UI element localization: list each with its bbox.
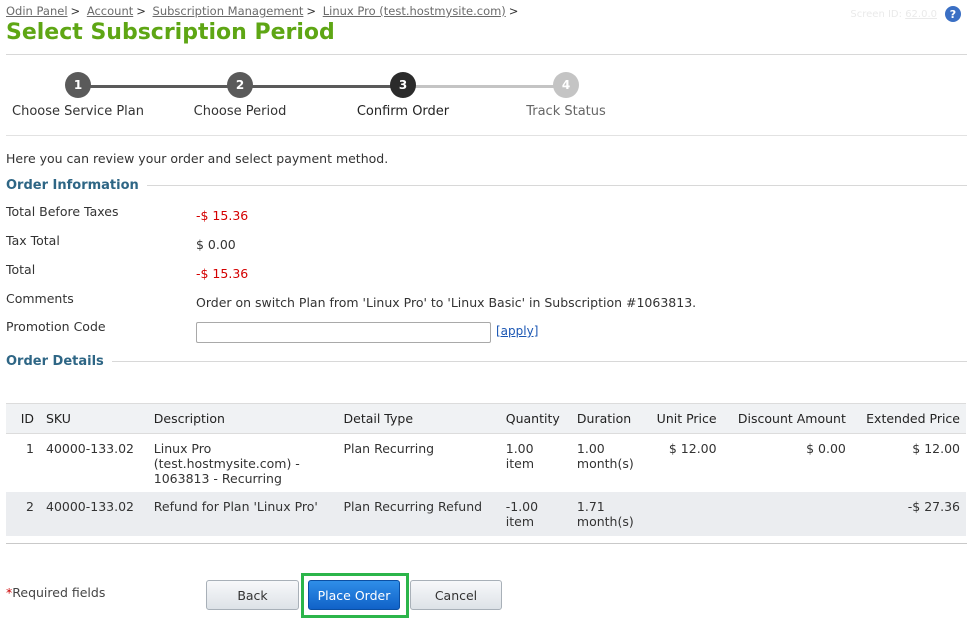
total-before-taxes-value: -$ 15.36	[196, 208, 249, 223]
quantity-value: 1.00	[505, 441, 534, 456]
cell-unit-price: $ 12.00	[668, 441, 717, 456]
column-header-unit-price[interactable]: Unit Price	[645, 403, 723, 434]
breadcrumb: Odin Panel > Account > Subscription Manage…	[6, 4, 519, 18]
screen-id-value[interactable]: 62.0.0	[905, 9, 937, 20]
total-label: Total	[6, 262, 36, 277]
section-title: Order Details	[6, 354, 104, 369]
promotion-code-label: Promotion Code	[6, 319, 106, 334]
screen-id: Screen ID: 62.0.0	[850, 9, 937, 20]
wizard-step-choose-service-plan: 1 Choose Service Plan	[0, 72, 158, 119]
total-value: -$ 15.36	[196, 266, 249, 281]
column-header-detail-type[interactable]: Detail Type	[337, 403, 500, 434]
quantity-unit: item	[505, 514, 534, 529]
top-right-tools: Screen ID: 62.0.0 ?	[850, 6, 961, 22]
cell-description: Refund for Plan 'Linux Pro'	[147, 492, 338, 536]
cell-sku: 40000-133.02	[40, 492, 148, 536]
column-header-sku[interactable]: SKU	[40, 403, 148, 434]
breadcrumb-subscription-management[interactable]: Subscription Management	[153, 4, 304, 18]
help-icon[interactable]: ?	[945, 6, 961, 22]
column-header-description[interactable]: Description	[147, 403, 338, 434]
apply-promo-link[interactable]: [apply]	[496, 324, 538, 338]
order-details-header: Order Details	[6, 354, 967, 369]
table-header-row: ID SKU Description Detail Type Quantity …	[6, 403, 966, 434]
comments-label: Comments	[6, 291, 74, 306]
wizard-step-number: 1	[65, 72, 91, 98]
wizard-step-number: 4	[553, 72, 579, 98]
wizard-step-label: Track Status	[526, 104, 606, 119]
cell-id: 1	[26, 441, 34, 456]
wizard-step-choose-period: 2 Choose Period	[160, 72, 320, 119]
column-header-duration[interactable]: Duration	[570, 403, 646, 434]
breadcrumb-odin-panel[interactable]: Odin Panel	[6, 4, 68, 18]
tax-total-value: $ 0.00	[196, 237, 236, 252]
cancel-button[interactable]: Cancel	[410, 580, 502, 610]
required-text: Required fields	[12, 585, 106, 600]
cell-detail-type: Plan Recurring Refund	[337, 492, 500, 536]
wizard-step-label: Choose Service Plan	[12, 104, 144, 119]
wizard-step-label: Confirm Order	[356, 104, 450, 119]
table-row: 2 40000-133.02 Refund for Plan 'Linux Pr…	[6, 492, 966, 536]
duration-unit: month(s)	[576, 514, 634, 529]
required-fields-note: *Required fields	[6, 585, 105, 600]
section-title: Order Information	[6, 178, 139, 193]
cell-quantity: -1.00 item	[499, 492, 571, 536]
comments-value: Order on switch Plan from 'Linux Pro' to…	[196, 295, 697, 310]
cell-unit-price	[645, 492, 723, 536]
cell-description: Linux Pro (test.hostmysite.com) - 106381…	[148, 434, 338, 493]
cell-detail-type: Plan Recurring	[343, 441, 435, 456]
breadcrumb-linux-pro[interactable]: Linux Pro (test.hostmysite.com)	[323, 4, 506, 18]
description-line: 1063813 - Recurring	[153, 471, 282, 486]
cell-extended-price: -$ 27.36	[851, 492, 966, 536]
table-row: 1 40000-133.02 Linux Pro (test.hostmysit…	[6, 434, 966, 493]
cell-discount-amount	[722, 492, 852, 536]
column-header-quantity[interactable]: Quantity	[499, 403, 571, 434]
cell-extended-price: $ 12.00	[912, 441, 960, 456]
cell-duration: 1.71 month(s)	[570, 492, 646, 536]
wizard-step-track-status: 4 Track Status	[486, 72, 646, 119]
duration-unit: month(s)	[576, 456, 634, 471]
column-header-extended-price[interactable]: Extended Price	[851, 403, 966, 434]
cell-id: 2	[6, 492, 40, 536]
description-line: Linux Pro	[153, 441, 212, 456]
wizard-step-number: 2	[227, 72, 253, 98]
wizard-steps: 1 Choose Service Plan 2 Choose Period 3 …	[0, 72, 700, 132]
table-bottom-divider	[6, 543, 967, 544]
order-details-table: ID SKU Description Detail Type Quantity …	[6, 403, 966, 536]
duration-value: 1.71	[576, 499, 605, 514]
intro-text: Here you can review your order and selec…	[6, 151, 389, 166]
cell-quantity: 1.00 item	[500, 434, 571, 493]
screen-id-label: Screen ID:	[850, 8, 902, 20]
total-before-taxes-label: Total Before Taxes	[6, 204, 119, 219]
wizard-step-confirm-order: 3 Confirm Order	[323, 72, 483, 119]
description-line: (test.hostmysite.com) -	[153, 456, 300, 471]
wizard-step-number: 3	[390, 72, 416, 98]
place-order-button[interactable]: Place Order	[308, 580, 400, 610]
cell-discount-amount: $ 0.00	[806, 441, 846, 456]
cell-duration: 1.00 month(s)	[571, 434, 645, 493]
column-header-id[interactable]: ID	[6, 403, 40, 434]
page-title: Select Subscription Period	[6, 20, 335, 45]
promotion-code-input[interactable]	[196, 322, 491, 343]
breadcrumb-account[interactable]: Account	[87, 4, 133, 18]
title-divider	[6, 54, 967, 55]
quantity-value: -1.00	[505, 499, 539, 514]
quantity-unit: item	[505, 456, 534, 471]
tax-total-label: Tax Total	[6, 233, 60, 248]
description-line: Refund for Plan 'Linux Pro'	[153, 499, 318, 514]
wizard-divider	[6, 135, 967, 136]
order-information-header: Order Information	[6, 178, 967, 193]
back-button[interactable]: Back	[206, 580, 299, 610]
duration-value: 1.00	[576, 441, 605, 456]
wizard-step-label: Choose Period	[193, 104, 287, 119]
column-header-discount-amount[interactable]: Discount Amount	[722, 403, 852, 434]
cell-sku: 40000-133.02	[46, 441, 135, 456]
